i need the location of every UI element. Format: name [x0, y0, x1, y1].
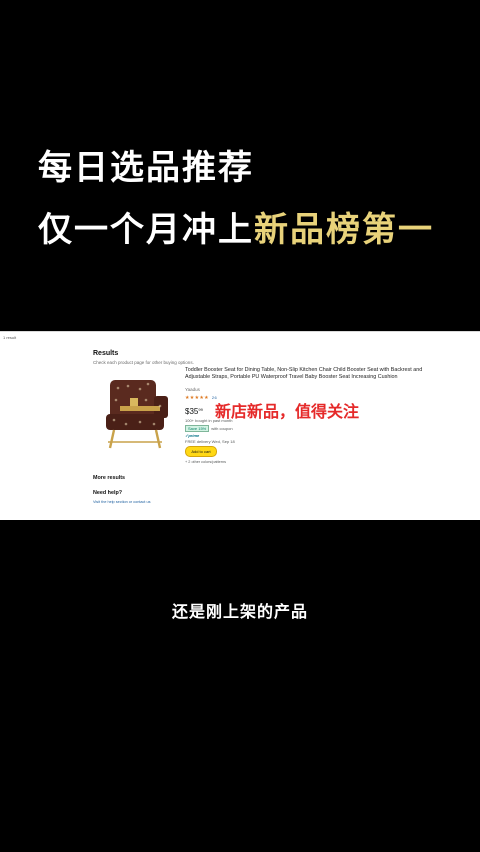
- result-count: 1 result: [3, 335, 17, 340]
- video-subtitle: 还是刚上架的产品: [171, 602, 308, 621]
- prime-badge-icon: ✓prime: [185, 433, 200, 438]
- star-rating-icon: ★★★★★: [185, 395, 209, 401]
- product-price: $3599: [185, 407, 203, 416]
- need-help-heading: Need help?: [93, 490, 123, 496]
- delivery-info: FREE delivery Wed, Sep 18: [185, 439, 235, 444]
- headline-line-1: 每日选品推荐: [38, 148, 254, 188]
- more-results-heading: More results: [93, 475, 126, 481]
- headline-line-2: 仅一个月冲上新品榜第一: [38, 202, 434, 251]
- coupon-badge[interactable]: Save 15%: [185, 425, 210, 432]
- add-to-cart-button[interactable]: Add to cart: [185, 446, 217, 457]
- coupon-text: with coupon: [211, 426, 233, 431]
- more-variants-link[interactable]: + 2 other colors/patterns: [185, 460, 226, 464]
- results-heading: Results: [93, 350, 119, 357]
- price-cents: 99: [198, 407, 203, 412]
- help-link[interactable]: Visit the help section or contact us: [93, 500, 151, 504]
- embedded-shop-screenshot: 1 result Results Check each product page…: [0, 331, 480, 520]
- product-brand: Yaadus: [185, 387, 200, 392]
- headline-line-2-accent: 新品榜第一: [254, 210, 434, 250]
- product-rating[interactable]: ★★★★★ 26: [185, 395, 217, 401]
- product-title-link[interactable]: Toddler Booster Seat for Dining Table, N…: [185, 367, 440, 381]
- overlay-red-caption: 新店新品，值得关注: [215, 402, 360, 421]
- results-subheading: Check each product page for other buying…: [93, 360, 194, 365]
- headline-line-2-plain: 仅一个月冲上: [38, 210, 254, 250]
- coupon-row[interactable]: Save 15% with coupon: [185, 425, 233, 432]
- booster-seat-product-image[interactable]: [100, 372, 178, 452]
